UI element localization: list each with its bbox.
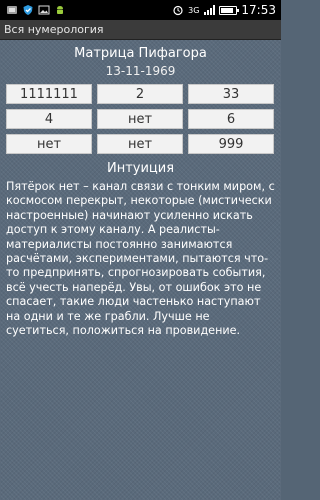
- matrix-cell[interactable]: нет: [97, 109, 183, 129]
- matrix-cell[interactable]: 999: [188, 134, 274, 154]
- pythagoras-matrix-grid: 1111111 2 33 4 нет 6 нет нет 999: [6, 84, 276, 154]
- matrix-cell[interactable]: 33: [188, 84, 274, 104]
- notification-icon: [6, 4, 18, 16]
- section-title: Интуиция: [106, 161, 175, 176]
- alarm-icon: [172, 4, 184, 16]
- status-bar: 3G 17:53: [0, 0, 281, 20]
- matrix-cell[interactable]: нет: [97, 134, 183, 154]
- matrix-cell[interactable]: нет: [6, 134, 92, 154]
- matrix-cell[interactable]: 4: [6, 109, 92, 129]
- android-icon: [54, 4, 66, 16]
- birth-date: 13-11-1969: [105, 64, 176, 78]
- battery-icon: [219, 5, 240, 15]
- matrix-cell[interactable]: 1111111: [6, 84, 92, 104]
- description-text: Пятёрок нет – канал связи с тонким миром…: [6, 180, 275, 338]
- shield-icon: [22, 4, 34, 16]
- signal-icon: [203, 4, 216, 16]
- matrix-title: Матрица Пифагора: [74, 46, 207, 61]
- clock: 17:53: [241, 3, 276, 17]
- image-icon: [38, 4, 50, 16]
- status-right-icons: 3G 17:53: [172, 3, 281, 17]
- app-title-bar: Вся нумерология: [0, 20, 281, 40]
- matrix-cell[interactable]: 2: [97, 84, 183, 104]
- main-content: Матрица Пифагора 13-11-1969 1111111 2 33…: [0, 40, 281, 500]
- app-title: Вся нумерология: [4, 23, 104, 36]
- matrix-cell[interactable]: 6: [188, 109, 274, 129]
- status-left-icons: [0, 4, 66, 16]
- network-type-label: 3G: [188, 5, 200, 15]
